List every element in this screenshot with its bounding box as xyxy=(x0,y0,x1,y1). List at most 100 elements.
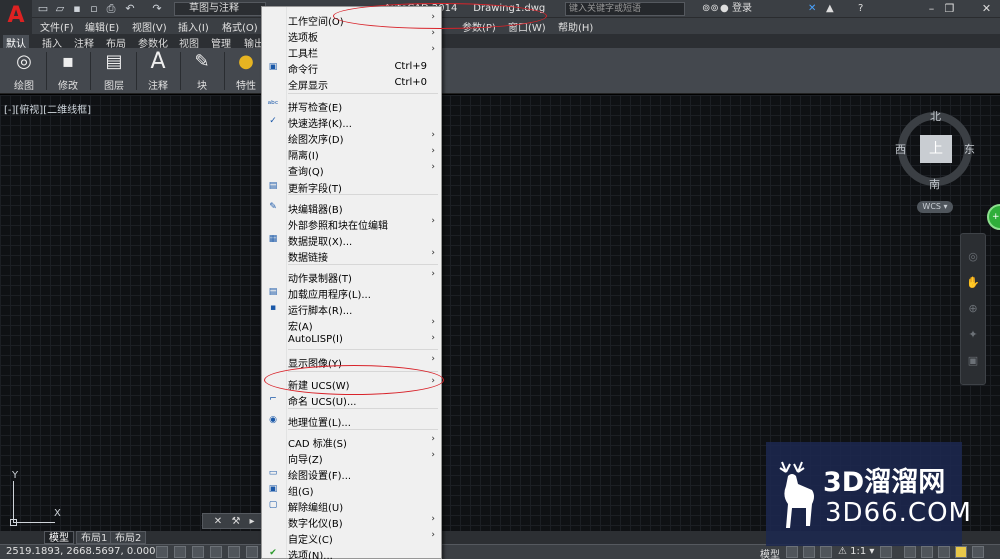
grid-display-icon[interactable] xyxy=(192,546,204,558)
infer-constraints-icon[interactable] xyxy=(156,546,168,558)
menu-item[interactable]: ▤ 加载应用程序(L)... xyxy=(262,284,441,301)
object-snap-icon[interactable] xyxy=(246,546,258,558)
viewport-controls[interactable]: [-][俯视][二维线框] xyxy=(4,101,91,116)
menu-item[interactable]: ▦ 数据提取(X)... xyxy=(262,231,441,248)
menu-edit[interactable]: 编辑(E) xyxy=(85,19,119,34)
menu-item[interactable]: 数字化仪(B) › xyxy=(262,513,441,530)
menu-item[interactable]: 选项板 › xyxy=(262,27,441,44)
quick-view-drawings-icon[interactable] xyxy=(803,546,815,558)
close-icon[interactable]: ✕ xyxy=(211,515,225,528)
modify-button[interactable]: ▪ 修改 xyxy=(46,50,90,92)
menu-item[interactable]: AutoLISP(I) › xyxy=(262,332,441,348)
viewcube-east[interactable]: 东 xyxy=(964,141,975,157)
autodesk360-icon[interactable]: ▲ xyxy=(826,2,834,16)
tab-model[interactable]: 模型 xyxy=(44,531,74,544)
menu-help[interactable]: 帮助(H) xyxy=(558,19,593,34)
open-file-icon[interactable]: ▱ xyxy=(53,2,67,15)
save-icon[interactable]: ▪ xyxy=(70,2,84,15)
menu-view[interactable]: 视图(V) xyxy=(132,19,167,34)
layers-button[interactable]: ▤ 图层 xyxy=(92,50,136,92)
menu-item-label: 动作录制器(T) xyxy=(288,274,352,285)
annotation-button[interactable]: A 注释 xyxy=(136,49,180,93)
workspace-switching-icon[interactable] xyxy=(904,546,916,558)
annotation-visibility-icon[interactable] xyxy=(880,546,892,558)
menu-item[interactable]: ✔ 选项(N)... xyxy=(262,545,441,559)
menu-item[interactable]: 数据链接 › xyxy=(262,247,441,264)
menu-item[interactable]: 外部参照和块在位编辑 › xyxy=(262,215,441,232)
group-icon: ▣ xyxy=(268,484,278,494)
quick-view-layouts-icon[interactable] xyxy=(786,546,798,558)
text-a-icon: A xyxy=(150,49,166,74)
menu-format[interactable]: 格式(O) xyxy=(222,19,258,34)
viewcube-west[interactable]: 西 xyxy=(895,141,906,157)
isolate-objects-icon[interactable] xyxy=(955,546,967,558)
restore-button[interactable]: ❐ xyxy=(936,0,963,18)
menu-item[interactable]: 向导(Z) › xyxy=(262,449,441,466)
steering-wheel-icon[interactable]: ◎ xyxy=(966,250,980,264)
draw-button[interactable]: ◎ 绘图 xyxy=(2,50,46,92)
command-line[interactable]: ✕ ⚒ ▸ xyxy=(202,513,266,529)
menu-item[interactable]: ▤ 更新字段(T) xyxy=(262,178,441,195)
lock-ui-icon[interactable] xyxy=(921,546,933,558)
menu-item-label: 选项(N)... xyxy=(288,551,333,559)
redo-icon[interactable]: ↷ xyxy=(150,2,164,15)
menu-item[interactable]: ◉ 地理位置(L)... xyxy=(262,412,441,429)
menu-file[interactable]: 文件(F) xyxy=(40,19,74,34)
exchange-icon[interactable]: ✕ xyxy=(808,2,816,16)
block-button[interactable]: ✎ 块 xyxy=(180,50,224,92)
clean-screen-icon[interactable] xyxy=(972,546,984,558)
close-button[interactable]: ✕ xyxy=(973,0,1000,18)
plot-icon[interactable]: ⎙ xyxy=(104,2,118,15)
orbit-icon[interactable]: ✦ xyxy=(966,328,980,342)
menu-item[interactable]: ▣ 组(G) xyxy=(262,481,441,498)
workspace-select[interactable]: 草图与注释 xyxy=(174,2,266,16)
application-menu-button[interactable]: A xyxy=(0,0,32,36)
search-input[interactable]: 键入关键字或短语 xyxy=(565,2,685,16)
undo-icon[interactable]: ↶ xyxy=(123,2,137,15)
menu-item[interactable]: ᵃᵇᶜ 拼写检查(E) xyxy=(262,97,441,114)
model-space-toggle[interactable]: 模型 xyxy=(760,546,780,559)
polar-tracking-icon[interactable] xyxy=(228,546,240,558)
menu-item[interactable]: 隔离(I) › xyxy=(262,145,441,162)
ortho-mode-icon[interactable] xyxy=(210,546,222,558)
pan-icon[interactable]: ✋ xyxy=(966,276,980,290)
viewcube-top-face[interactable]: 上 xyxy=(920,135,952,163)
menu-item[interactable]: 全屏显示 Ctrl+0 xyxy=(262,75,441,92)
menu-item[interactable]: 动作录制器(T) › xyxy=(262,268,441,285)
menu-item[interactable]: 查询(Q) › xyxy=(262,161,441,178)
coordinates-readout[interactable]: 2519.1893, 2668.5697, 0.0000 xyxy=(6,546,162,557)
zoom-icon[interactable]: ⊕ xyxy=(966,302,980,316)
menu-item[interactable]: 绘图次序(D) › xyxy=(262,129,441,146)
menu-separator xyxy=(288,93,438,94)
tab-layout2[interactable]: 布局2 xyxy=(110,531,147,544)
viewcube-north[interactable]: 北 xyxy=(930,108,941,124)
menu-item[interactable]: CAD 标准(S) › xyxy=(262,433,441,450)
menu-insert[interactable]: 插入(I) xyxy=(178,19,209,34)
showmotion-icon[interactable]: ▣ xyxy=(966,354,980,368)
menu-item-label: 数据链接 xyxy=(288,253,328,264)
menu-item[interactable]: ▢ 解除编组(U) xyxy=(262,497,441,514)
wcs-menu[interactable]: WCS ▾ xyxy=(917,201,953,213)
hardware-acceleration-icon[interactable] xyxy=(938,546,950,558)
viewcube-south[interactable]: 南 xyxy=(929,176,940,192)
menu-item[interactable]: ▭ 绘图设置(F)... xyxy=(262,465,441,482)
command-prompt-icon[interactable]: ▸ xyxy=(245,515,259,528)
menu-item[interactable]: 自定义(C) › xyxy=(262,529,441,546)
annotation-scale[interactable]: ⚠ 1:1 ▾ xyxy=(838,546,874,557)
menu-item[interactable]: 工具栏 › xyxy=(262,43,441,60)
menu-item-label: 全屏显示 xyxy=(288,81,328,92)
new-file-icon[interactable]: ▭ xyxy=(36,2,50,15)
menu-item[interactable]: ✓ 快速选择(K)... xyxy=(262,113,441,130)
binoculars-icon[interactable]: ⊚⊚ xyxy=(702,2,719,16)
save-as-icon[interactable]: ▫ xyxy=(87,2,101,15)
tab-layout1[interactable]: 布局1 xyxy=(76,531,113,544)
menu-item[interactable]: ▪ 运行脚本(R)... xyxy=(262,300,441,317)
login-button[interactable]: 登录 xyxy=(732,2,752,16)
maximize-viewport-icon[interactable] xyxy=(820,546,832,558)
help-icon[interactable]: ? xyxy=(858,2,863,16)
wrench-icon[interactable]: ⚒ xyxy=(229,515,243,528)
menu-item[interactable]: 宏(A) › xyxy=(262,316,441,333)
snap-mode-icon[interactable] xyxy=(174,546,186,558)
menu-item[interactable]: ✎ 块编辑器(B) xyxy=(262,199,441,216)
menu-item[interactable]: ▣ 命令行 Ctrl+9 xyxy=(262,59,441,76)
